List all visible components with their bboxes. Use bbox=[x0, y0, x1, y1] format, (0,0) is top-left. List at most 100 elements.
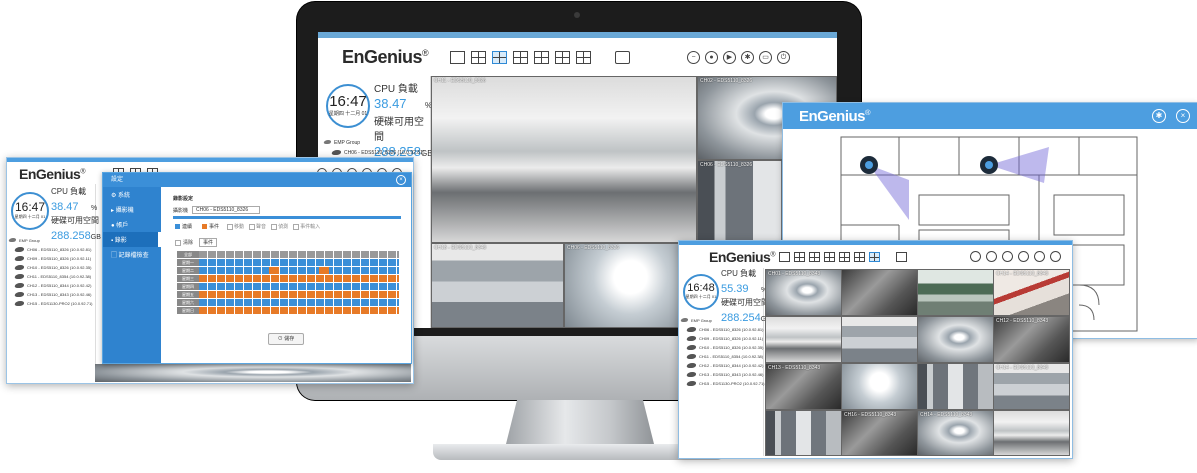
camera-tile[interactable] bbox=[765, 316, 842, 363]
layout-3x3-button[interactable] bbox=[513, 50, 528, 64]
nav-item-account[interactable]: ● 帳戶 bbox=[103, 217, 161, 232]
schedule-row[interactable]: 星期六 bbox=[177, 299, 399, 306]
camera-tile[interactable] bbox=[841, 363, 918, 410]
camera-tile[interactable]: CH13 - EDS5110_8343 bbox=[431, 243, 564, 328]
play-icon[interactable] bbox=[1002, 251, 1013, 262]
power-icon[interactable]: ⏻ bbox=[777, 50, 790, 64]
camera-tile[interactable] bbox=[993, 410, 1070, 456]
tree-item[interactable]: CH15 - EDS1130-PRO2 (10.0.92.71) bbox=[15, 299, 93, 308]
camera-tile[interactable] bbox=[917, 363, 994, 410]
tree-item[interactable]: CH11 - EDS5110_8354 (10.0.92.38) bbox=[15, 272, 93, 281]
camera-tile[interactable]: CH01 - EDS5110_8343 bbox=[765, 269, 842, 316]
schedule-row[interactable]: 星期五 bbox=[177, 291, 399, 298]
clock-widget: 16:48 星期四 十二月 01 bbox=[683, 274, 719, 310]
motion-checkbox[interactable] bbox=[227, 223, 234, 230]
schedule-row[interactable]: 星期三 bbox=[177, 275, 399, 282]
dialog-nav: ⚙ 系統 ▸ 攝影機 ● 帳戶 ▪ 錄影 ▢ 記錄檔檢查 bbox=[103, 187, 161, 363]
minus-icon[interactable]: − bbox=[687, 50, 700, 64]
tree-item[interactable]: CH13 - EDS5110_8343 (10.0.92.46) bbox=[15, 290, 93, 299]
event-input-checkbox[interactable] bbox=[293, 223, 300, 230]
screen-icon[interactable]: ▭ bbox=[759, 50, 772, 64]
schedule-row[interactable]: 星期四 bbox=[177, 283, 399, 290]
audio-checkbox[interactable] bbox=[249, 223, 256, 230]
engenius-logo: EnGenius® bbox=[342, 46, 429, 67]
power-icon[interactable] bbox=[1050, 251, 1061, 262]
tree-group[interactable]: EMP Group bbox=[324, 138, 425, 148]
schedule-row[interactable]: 星期二 bbox=[177, 267, 399, 274]
gear-icon[interactable]: ✱ bbox=[741, 50, 754, 64]
gear-icon[interactable]: ✱ bbox=[1152, 109, 1166, 123]
close-icon[interactable]: × bbox=[396, 175, 406, 185]
layout-2x2-button[interactable] bbox=[794, 252, 805, 262]
camera-tile[interactable] bbox=[95, 364, 411, 382]
channel-select[interactable]: CH06 - EDS5110_8326 bbox=[192, 206, 261, 214]
detect-checkbox[interactable] bbox=[271, 223, 278, 230]
tree-item[interactable]: CH10 - EDS5110_8326 (10.0.92.35) bbox=[15, 263, 93, 272]
layout-4x4-button[interactable] bbox=[576, 50, 591, 64]
save-button[interactable]: ⊙ 儲存 bbox=[268, 333, 304, 345]
clear-checkbox[interactable] bbox=[175, 239, 181, 246]
tree-item[interactable]: CH06 - EDS5110_8326 (10.0.92.81) bbox=[15, 245, 93, 254]
tree-item[interactable]: CH06 - EDS5110_8326 (10.0.92.81) bbox=[687, 325, 765, 334]
layout-1plus5-button[interactable] bbox=[492, 50, 507, 64]
layout-3x3-button[interactable] bbox=[824, 252, 835, 262]
schedule-row[interactable]: 星期一 bbox=[177, 259, 399, 266]
schedule-grid[interactable]: 全部 星期一 星期二 星期三 星期四 星期五 星期六 星期日 bbox=[177, 251, 399, 315]
layout-2x2-button[interactable] bbox=[471, 50, 486, 64]
play-icon[interactable]: ▶ bbox=[723, 50, 736, 64]
camera-tile[interactable] bbox=[917, 269, 994, 316]
tree-item[interactable]: CH13 - EDS5110_8343 (10.0.92.46) bbox=[687, 370, 765, 379]
camera-tile[interactable]: CH12 - EDS5110_8343 bbox=[993, 316, 1070, 363]
camera-tile[interactable]: CH11 - EDS5110_8326 bbox=[431, 76, 697, 243]
layout-1x1-button[interactable] bbox=[779, 252, 790, 262]
layout-1plus12-button[interactable] bbox=[854, 252, 865, 262]
nav-item-log[interactable]: ▢ 記錄檔檢查 bbox=[103, 247, 161, 262]
layout-1plus7-button[interactable] bbox=[534, 50, 549, 64]
layout-1plus5-button[interactable] bbox=[809, 252, 820, 262]
camera-marker[interactable] bbox=[860, 156, 878, 174]
cpu-label: CPU 負載 bbox=[374, 84, 418, 95]
floorplan-header: EnGenius® ✱ × bbox=[783, 103, 1197, 129]
screen-icon[interactable] bbox=[1034, 251, 1045, 262]
camera-tile[interactable] bbox=[841, 269, 918, 316]
nav-item-recording[interactable]: ▪ 錄影 bbox=[103, 232, 161, 247]
engenius-logo: EnGenius® bbox=[709, 249, 776, 265]
fullscreen-button[interactable] bbox=[896, 252, 907, 262]
layout-1x1-button[interactable] bbox=[450, 50, 465, 64]
map-pin-icon[interactable] bbox=[986, 251, 997, 262]
clock-widget: 16:47 星期四 十二月 01 bbox=[11, 192, 49, 230]
camera-tile[interactable] bbox=[841, 316, 918, 363]
tree-item[interactable]: CH10 - EDS5110_8326 (10.0.92.35) bbox=[687, 343, 765, 352]
camera-tile[interactable]: CH13 - EDS5110_8343 bbox=[765, 363, 842, 410]
clock-widget: 16:47 星期四 十二月 01 bbox=[326, 84, 370, 128]
camera-tile[interactable]: CH16 - EDS5110_8343 bbox=[841, 410, 918, 456]
layout-4x4-button[interactable] bbox=[869, 252, 880, 262]
fullscreen-button[interactable] bbox=[615, 50, 630, 64]
clear-row: 清除 事件 bbox=[175, 238, 218, 247]
camera-tile[interactable] bbox=[765, 410, 842, 456]
tree-group[interactable]: EMP Group bbox=[681, 316, 765, 325]
tree-group[interactable]: EMP Group bbox=[9, 236, 93, 245]
minus-icon[interactable] bbox=[970, 251, 981, 262]
camera-tile[interactable]: CH14 - EDS5110_8343 bbox=[917, 410, 994, 456]
clear-select[interactable]: 事件 bbox=[199, 238, 218, 247]
settings-dialog: 設定 × ⚙ 系統 ▸ 攝影機 ● 帳戶 ▪ 錄影 ▢ 記錄檔檢查 錄影設定 攝… bbox=[102, 172, 412, 364]
camera-marker[interactable] bbox=[980, 156, 998, 174]
tree-item[interactable]: CH11 - EDS5110_8354 (10.0.92.38) bbox=[687, 352, 765, 361]
tree-item[interactable]: CH12 - EDS5110_8344 (10.0.92.42) bbox=[687, 361, 765, 370]
tree-item[interactable]: CH09 - EDS5110_8326 (10.0.92.11) bbox=[15, 254, 93, 263]
tree-item[interactable]: CH15 - EDS1130-PRO2 (10.0.92.71) bbox=[687, 379, 765, 388]
close-icon[interactable]: × bbox=[1176, 109, 1190, 123]
camera-tile[interactable]: CH14 - EDS5110_8343 bbox=[993, 269, 1070, 316]
nav-item-system[interactable]: ⚙ 系統 bbox=[103, 187, 161, 202]
gear-icon[interactable] bbox=[1018, 251, 1029, 262]
map-pin-icon[interactable]: ● bbox=[705, 50, 718, 64]
tree-item[interactable]: CH09 - EDS5110_8326 (10.0.92.11) bbox=[687, 334, 765, 343]
nav-item-camera[interactable]: ▸ 攝影機 bbox=[103, 202, 161, 217]
layout-1plus7-button[interactable] bbox=[839, 252, 850, 262]
schedule-row[interactable]: 星期日 bbox=[177, 307, 399, 314]
layout-1plus12-button[interactable] bbox=[555, 50, 570, 64]
camera-tile[interactable] bbox=[917, 316, 994, 363]
camera-tile[interactable]: CH14 - EDS5110_8343 bbox=[993, 363, 1070, 410]
tree-item[interactable]: CH12 - EDS5110_8344 (10.0.92.42) bbox=[15, 281, 93, 290]
